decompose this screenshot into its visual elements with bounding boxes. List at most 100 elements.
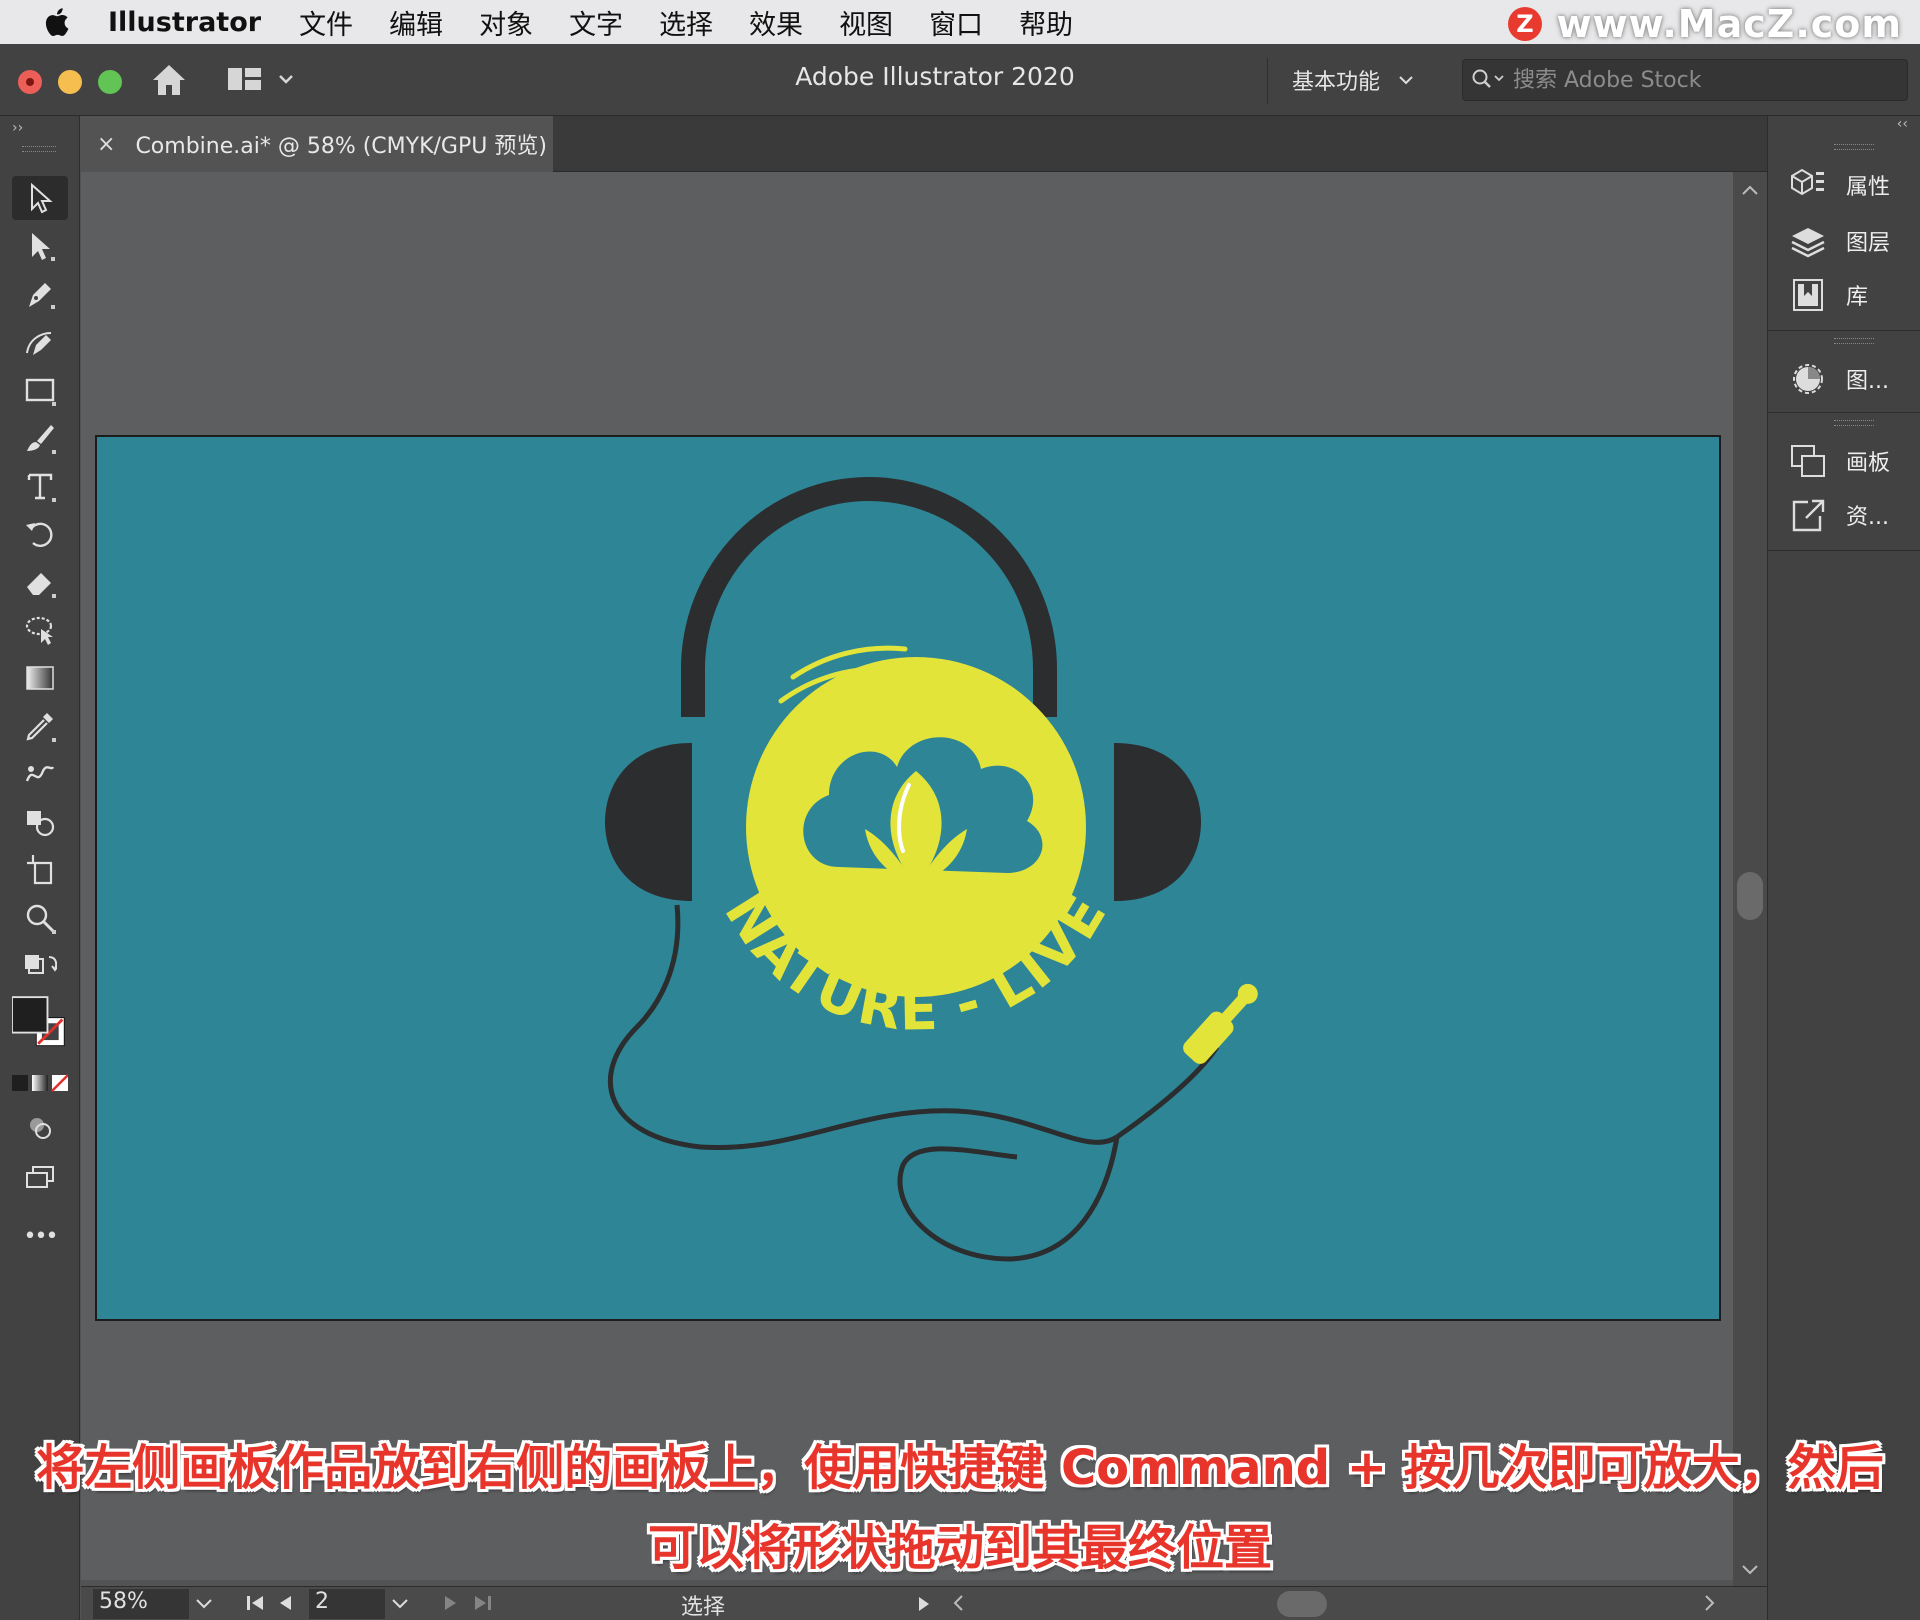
caption-line-1: 将左侧画板作品放到右侧的画板上，使用快捷键 Command + 按几次即可放大，… (36, 1440, 1884, 1496)
mac-menu-bar: Illustrator 文件 编辑 对象 文字 选择 效果 视图 窗口 帮助 Z… (0, 0, 1920, 46)
type-icon (27, 473, 56, 502)
selection-tool[interactable] (12, 176, 68, 220)
menu-effect[interactable]: 效果 (749, 3, 803, 42)
stock-search[interactable] (1462, 59, 1908, 101)
artboard-icon (27, 855, 53, 885)
curvature-tool[interactable] (12, 320, 68, 364)
status-bar: 58% 2 选择 (81, 1586, 1767, 1620)
color-gradient-none-icon (12, 1074, 68, 1092)
tutorial-caption: 将左侧画板作品放到右侧的画板上，使用快捷键 Command + 按几次即可放大，… (0, 1428, 1920, 1588)
menu-type[interactable]: 文字 (569, 3, 623, 42)
dock-item-graphic-styles[interactable]: 图... (1768, 352, 1920, 406)
artboard-number-field[interactable]: 2 (309, 1589, 385, 1619)
dock-item-layers[interactable]: 图层 (1768, 214, 1920, 268)
menu-object[interactable]: 对象 (479, 3, 533, 42)
artboard[interactable]: NATURE - LIVE (95, 435, 1721, 1321)
chevron-down-icon[interactable] (389, 1593, 411, 1613)
tools-panel: ›› ••• (0, 116, 80, 1620)
search-icon (1472, 69, 1504, 88)
close-tab-icon[interactable]: × (97, 132, 115, 157)
artboard-tool[interactable] (12, 848, 68, 892)
scroll-right-icon[interactable] (1703, 1593, 1717, 1613)
menu-help[interactable]: 帮助 (1019, 3, 1073, 42)
stock-search-input[interactable] (1513, 64, 1893, 96)
dock-item-libraries[interactable]: 库 (1768, 268, 1920, 322)
next-artboard-icon[interactable] (443, 1593, 459, 1613)
layers-icon (1791, 228, 1825, 258)
left-ear-cup (605, 743, 692, 901)
vertical-scrollbar[interactable] (1733, 172, 1767, 1586)
dock-collapse-button[interactable]: ‹‹ (1897, 116, 1908, 132)
status-mode-text[interactable]: 选择 (681, 1589, 725, 1620)
eyedropper-icon (26, 713, 56, 742)
document-tab[interactable]: × Combine.ai* @ 58% (CMYK/GPU 预览) (81, 116, 553, 172)
gradient-tool[interactable] (12, 656, 68, 700)
zoom-level-field[interactable]: 58% (93, 1589, 189, 1619)
caption-line-2: 可以将形状拖动到其最终位置 (647, 1520, 1272, 1576)
last-artboard-icon[interactable] (473, 1593, 493, 1613)
scroll-up-icon[interactable] (1741, 184, 1759, 196)
shape-builder-tool[interactable] (12, 800, 68, 844)
paintbrush-tool[interactable] (12, 416, 68, 460)
blend-tool[interactable] (12, 752, 68, 796)
toolbar-collapse-button[interactable]: ›› (12, 120, 23, 136)
menu-edit[interactable]: 编辑 (389, 3, 443, 42)
workspace-switcher[interactable]: 基本功能 (1292, 64, 1414, 96)
shape-builder-icon (27, 811, 55, 837)
dock-item-properties[interactable]: 属性 (1768, 158, 1920, 212)
watermark-badge: Z (1508, 7, 1543, 41)
dock-item-artboards[interactable]: 画板 (1768, 434, 1920, 488)
graphic-styles-icon (1793, 364, 1823, 394)
screen-mode-tool[interactable] (12, 1156, 68, 1200)
draw-mode-tool[interactable] (12, 1106, 68, 1150)
horizontal-scroll-thumb[interactable] (1277, 1591, 1327, 1617)
zoom-tool[interactable] (12, 896, 68, 940)
dock-label: 图... (1846, 369, 1889, 394)
eyedropper-tool[interactable] (12, 704, 68, 748)
type-tool[interactable] (12, 464, 68, 508)
eraser-tool[interactable] (12, 560, 68, 604)
scroll-left-icon[interactable] (951, 1593, 965, 1613)
vertical-scroll-thumb[interactable] (1737, 872, 1763, 920)
lasso-tool[interactable] (12, 608, 68, 652)
rectangle-tool[interactable] (12, 368, 68, 412)
menu-view[interactable]: 视图 (839, 3, 893, 42)
first-artboard-icon[interactable] (245, 1593, 265, 1613)
pen-tool[interactable] (12, 272, 68, 316)
gradient-icon (26, 666, 54, 690)
menu-app-name[interactable]: Illustrator (108, 7, 261, 38)
dock-label: 画板 (1846, 451, 1891, 476)
chevron-down-icon[interactable] (193, 1593, 215, 1613)
canvas[interactable]: NATURE - LIVE (81, 172, 1761, 1580)
audio-jack (1183, 983, 1258, 1064)
rotate-tool[interactable] (12, 512, 68, 556)
chevron-down-icon (1399, 76, 1413, 85)
fill-stroke-swatches[interactable] (12, 992, 68, 1062)
puppet-warp-icon (25, 616, 53, 645)
right-ear-cup (1114, 743, 1201, 901)
dock-grip[interactable] (1834, 420, 1874, 426)
color-mode-buttons[interactable] (12, 1068, 68, 1098)
previous-artboard-icon[interactable] (277, 1593, 293, 1613)
menu-file[interactable]: 文件 (299, 3, 353, 42)
direct-selection-tool[interactable] (12, 224, 68, 268)
edit-toolbar-button[interactable]: ••• (12, 1214, 68, 1258)
document-tab-bar: × Combine.ai* @ 58% (CMYK/GPU 预览) (81, 116, 1767, 172)
nature-live-logo[interactable]: NATURE - LIVE (97, 437, 1719, 1319)
fill-stroke-icon (12, 996, 65, 1047)
dock-grip[interactable] (1834, 338, 1874, 344)
menu-select[interactable]: 选择 (659, 3, 713, 42)
play-icon[interactable] (917, 1595, 931, 1613)
watermark: Z www.MacZ.com (1508, 2, 1902, 46)
swap-fill-stroke[interactable] (12, 946, 68, 990)
menu-window[interactable]: 窗口 (929, 3, 983, 42)
dock-label: 属性 (1846, 175, 1891, 200)
toolbar-grip[interactable] (22, 146, 56, 152)
dock-grip[interactable] (1834, 144, 1874, 150)
cable-loop (897, 1136, 1120, 1262)
curvature-icon (26, 332, 52, 355)
workspace-label: 基本功能 (1292, 70, 1381, 95)
app-title-bar: Adobe Illustrator 2020 基本功能 (0, 44, 1920, 116)
dock-item-asset-export[interactable]: 资... (1768, 488, 1920, 542)
apple-icon[interactable] (40, 4, 76, 40)
